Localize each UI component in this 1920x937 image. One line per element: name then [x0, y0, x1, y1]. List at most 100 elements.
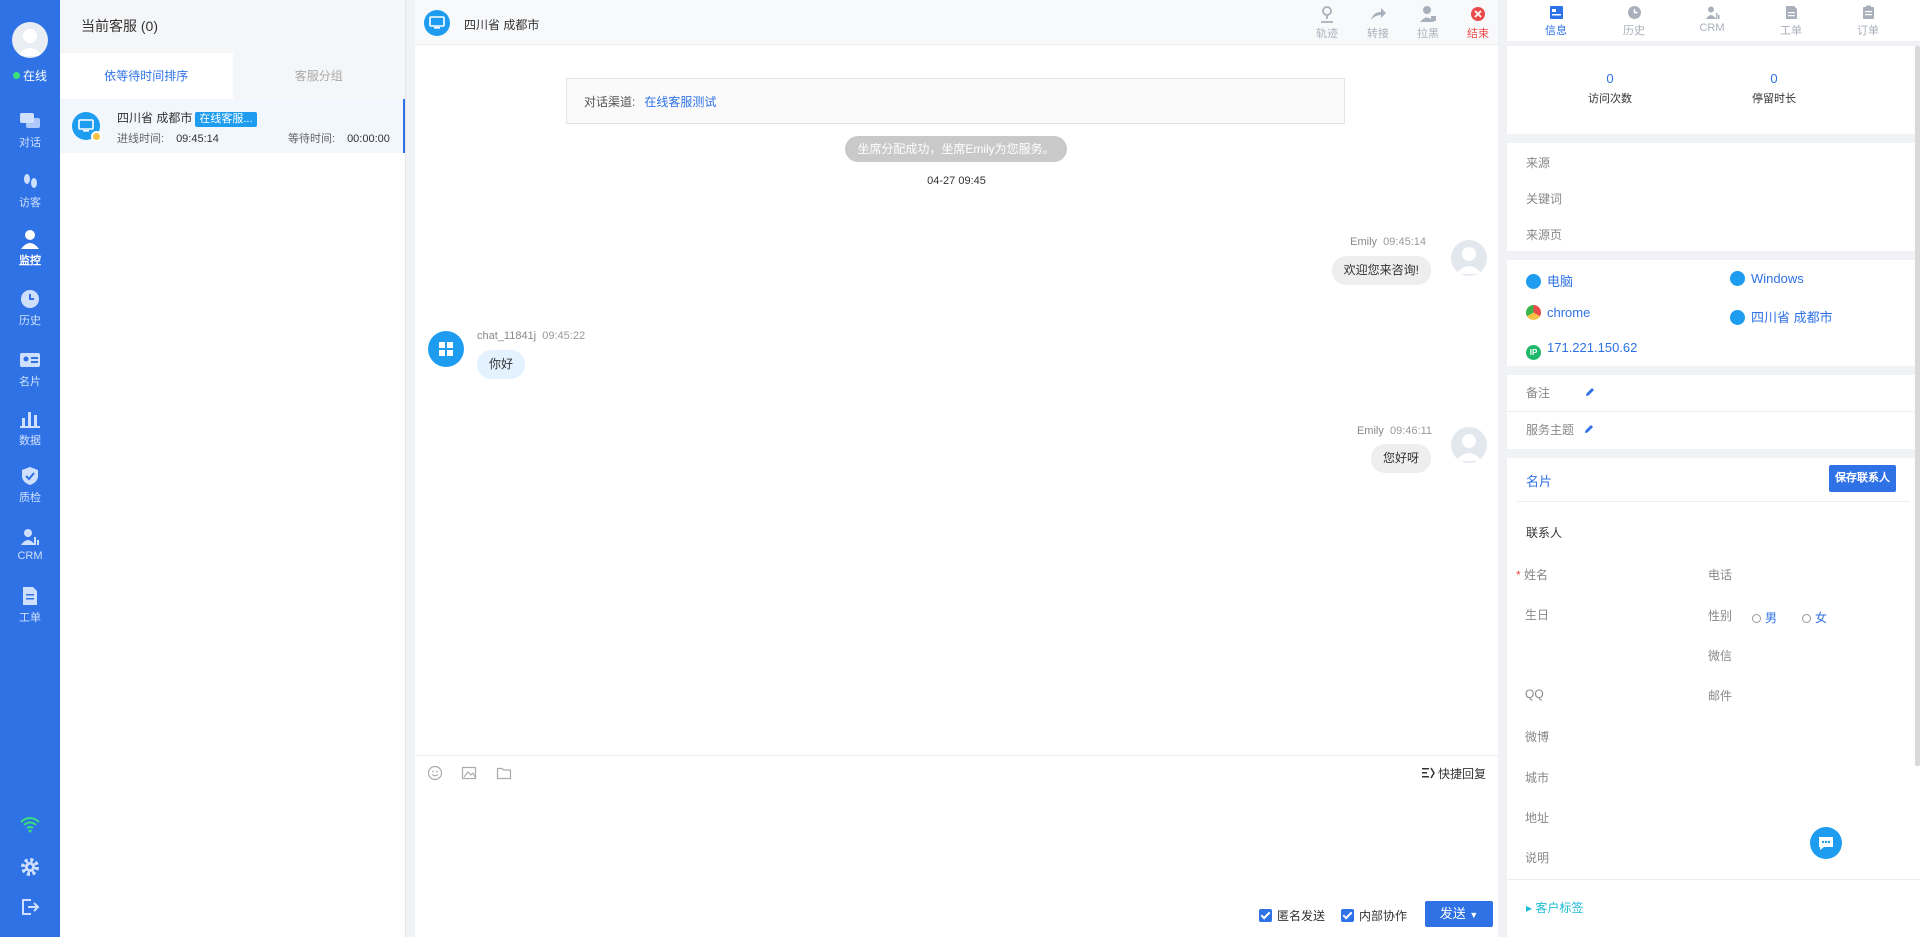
floating-chat-button[interactable] — [1810, 827, 1842, 859]
contact-section-title: 联系人 — [1526, 526, 1563, 540]
queue-item-badge: 在线客服... — [195, 112, 257, 127]
tab-sort-by-wait[interactable]: 依等待时间排序 — [60, 53, 233, 99]
message-meta: chat_11841j 09:45:22 — [477, 330, 586, 342]
birthday-field-label: 生日 — [1525, 608, 1550, 622]
block-user-icon — [1420, 6, 1436, 22]
enter-time-value: 09:45:14 — [176, 133, 219, 145]
tab-order[interactable]: 订单 — [1846, 5, 1890, 38]
image-icon — [461, 766, 477, 780]
contact-card: 名片 联系人 * 姓名 电话 生日 性别 男 女 微信 QQ 邮件 微博 城市 … — [1507, 458, 1920, 937]
enter-time-label: 进线时间: — [117, 133, 165, 145]
document-icon — [23, 587, 37, 605]
device-info: 电脑 — [1526, 271, 1573, 290]
tab-agent-group[interactable]: 客服分组 — [232, 53, 405, 99]
message-input[interactable] — [425, 792, 1485, 892]
nav-item-card[interactable]: 名片 — [0, 350, 60, 389]
email-field-label: 邮件 — [1708, 689, 1733, 703]
block-button[interactable]: 拉黑 — [1408, 5, 1448, 41]
transfer-button[interactable]: 转接 — [1358, 5, 1398, 41]
ip-info: IP 171.221.150.62 — [1526, 340, 1637, 360]
pencil-icon — [1585, 425, 1593, 433]
queue-panel: 当前客服 (0) 依等待时间排序 客服分组 四川省 成都市 在线客服... 进线时… — [60, 0, 406, 937]
info-tabs: 信息 历史 CRM 工单 订单 — [1507, 0, 1920, 42]
folder-icon — [496, 767, 512, 780]
customer-tag-link[interactable]: ▸ 客户标签 — [1526, 899, 1583, 916]
file-button[interactable] — [496, 765, 512, 781]
send-button[interactable]: 发送 ▼ — [1425, 901, 1493, 927]
edit-service-topic-button[interactable] — [1583, 423, 1595, 435]
gender-female-radio[interactable]: 女 — [1802, 609, 1827, 626]
radio-empty-icon — [1802, 614, 1811, 623]
tag-icon: ▸ — [1526, 901, 1533, 915]
queue-title: 当前客服 (0) — [60, 0, 405, 53]
visit-stats-card: 0 访问次数 0 停留时长 — [1507, 46, 1920, 134]
nav-item-quality[interactable]: 质检 — [0, 466, 60, 505]
queue-list-item[interactable]: 四川省 成都市 在线客服... 进线时间: 09:45:14 等待时间: 00:00:… — [60, 99, 405, 153]
phone-field-label: 电话 — [1708, 568, 1733, 582]
nav-item-monitor[interactable]: 监控 — [0, 229, 60, 268]
chat-header: 四川省 成都市 轨迹 转接 拉黑 结束 — [415, 0, 1498, 45]
pencil-icon — [1586, 388, 1594, 396]
settings-button[interactable] — [0, 857, 60, 877]
stay-duration: 0 停留时长 — [1752, 71, 1796, 105]
desktop-icon — [1526, 274, 1541, 289]
clipboard-icon — [1862, 5, 1874, 19]
gender-male-radio[interactable]: 男 — [1752, 609, 1777, 626]
agent-status[interactable]: 在线 — [0, 67, 60, 84]
logout-icon — [22, 899, 40, 915]
checkbox-checked-icon — [1341, 909, 1354, 922]
tab-history[interactable]: 历史 — [1612, 5, 1656, 38]
clock-icon — [1627, 6, 1641, 19]
windows-visitor-icon — [428, 331, 464, 367]
tab-crm[interactable]: CRM — [1690, 5, 1734, 34]
browser-info: chrome — [1526, 305, 1590, 320]
right-panel-scrollbar[interactable] — [1915, 46, 1920, 766]
trajectory-button[interactable]: 轨迹 — [1307, 5, 1347, 41]
internal-collab-checkbox[interactable]: 内部协作 — [1341, 907, 1407, 924]
anonymous-send-checkbox[interactable]: 匿名发送 — [1259, 907, 1325, 924]
shield-check-icon — [22, 467, 38, 485]
online-dot — [12, 72, 20, 79]
chat-bubbles-icon — [20, 113, 40, 128]
nav-item-ticket[interactable]: 工单 — [0, 586, 60, 625]
channel-link[interactable]: 在线客服测试 — [644, 95, 716, 109]
agent-avatar-icon — [1451, 427, 1487, 463]
channel-badge-icon — [91, 131, 102, 142]
message-composer: 快捷回复 匿名发送 内部协作 发送 ▼ — [415, 755, 1498, 937]
save-contact-button[interactable]: 保存联系人 — [1829, 465, 1896, 492]
city-field-label: 城市 — [1525, 771, 1550, 785]
logout-button[interactable] — [0, 897, 60, 917]
footprint-icon — [24, 174, 37, 188]
remark-label: 备注 — [1526, 386, 1551, 400]
agent-message-bubble: 欢迎您来咨询! — [1331, 256, 1431, 285]
quick-reply-button[interactable]: 快捷回复 — [1421, 765, 1486, 782]
emoji-button[interactable] — [427, 765, 443, 781]
os-info: Windows — [1730, 271, 1804, 286]
tab-ticket[interactable]: 工单 — [1769, 5, 1813, 38]
channel-label: 对话渠道: — [584, 95, 636, 109]
date-stamp: 04-27 09:45 — [927, 175, 986, 187]
agent-avatar[interactable] — [12, 22, 48, 58]
qq-field-label: QQ — [1525, 687, 1544, 701]
radio-empty-icon — [1752, 614, 1761, 623]
nav-item-chat[interactable]: 对话 — [0, 111, 60, 150]
nav-item-crm[interactable]: CRM — [0, 527, 60, 562]
location-pin-icon — [1730, 310, 1745, 325]
weibo-field-label: 微博 — [1525, 730, 1550, 744]
end-chat-button[interactable]: 结束 — [1458, 5, 1498, 41]
image-button[interactable] — [461, 765, 477, 781]
edit-remark-button[interactable] — [1584, 386, 1596, 398]
nav-item-visitor[interactable]: 访客 — [0, 171, 60, 210]
smiley-icon — [427, 765, 443, 781]
name-field-label: * 姓名 — [1516, 568, 1549, 582]
share-arrow-icon — [1371, 8, 1386, 20]
nav-item-history[interactable]: 历史 — [0, 289, 60, 328]
description-field-label: 说明 — [1525, 851, 1550, 865]
remark-card: 备注 服务主题 — [1507, 375, 1920, 449]
tab-info[interactable]: 信息 — [1534, 5, 1578, 38]
visitor-info-panel: 信息 历史 CRM 工单 订单 0 访问次数 0 停留时长 来源 关键词 来源页 电… — [1507, 0, 1920, 937]
wait-time-label: 等待时间: — [288, 133, 336, 145]
wechat-field-label: 微信 — [1708, 649, 1733, 663]
nav-item-data[interactable]: 数据 — [0, 409, 60, 448]
message-meta: Emily 09:45:14 — [1350, 236, 1426, 248]
